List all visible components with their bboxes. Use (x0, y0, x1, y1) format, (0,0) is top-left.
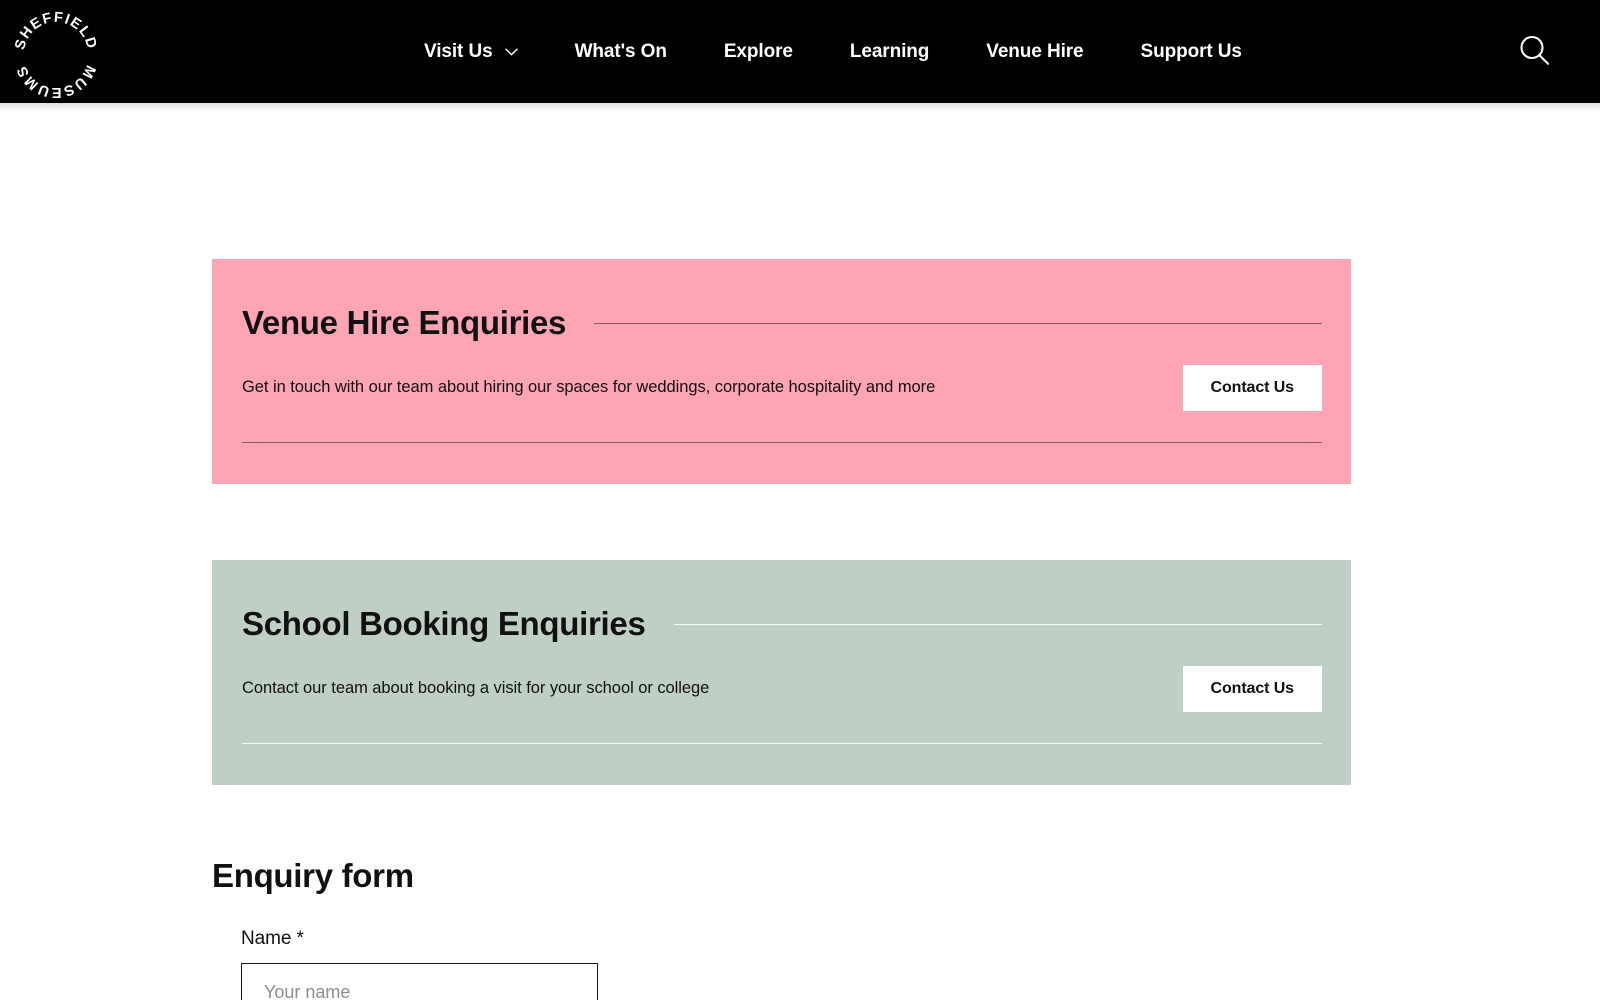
card-heading-row: School Booking Enquiries (212, 560, 1351, 642)
card-heading: School Booking Enquiries (242, 605, 646, 642)
contact-us-button-venue-hire[interactable]: Contact Us (1182, 365, 1322, 412)
name-input[interactable] (241, 963, 598, 1000)
nav-label: Venue Hire (986, 40, 1084, 62)
field-label-text: Name (241, 928, 292, 950)
nav-item-visit-us[interactable]: Visit Us (424, 35, 518, 69)
nav-item-whats-on[interactable]: What's On (575, 35, 667, 69)
card-bottom-divider (242, 442, 1322, 444)
nav-item-venue-hire[interactable]: Venue Hire (986, 35, 1083, 69)
card-body-row: Get in touch with our team about hiring … (212, 365, 1351, 412)
site-logo[interactable]: SHEFFIELD MUSEUMS (10, 6, 102, 98)
enquiry-form-section: Enquiry form Name * Email Address * (212, 857, 1112, 1000)
field-name: Name * (241, 928, 1112, 1000)
heading-divider (673, 623, 1322, 625)
card-school-booking-enquiries: School Booking Enquiries Contact our tea… (212, 560, 1351, 785)
card-bottom-divider (242, 743, 1322, 745)
nav-item-support-us[interactable]: Support Us (1141, 35, 1242, 69)
nav-label: Learning (849, 40, 930, 62)
nav-item-explore[interactable]: Explore (724, 35, 793, 69)
required-asterisk: * (296, 928, 304, 950)
search-glyph-icon (1520, 35, 1550, 65)
svg-text:MUSEUMS: MUSEUMS (14, 63, 99, 98)
main-navigation: Visit Us What's On Explore Learning Venu… (424, 0, 1242, 103)
heading-divider (594, 322, 1322, 324)
enquiry-form-title: Enquiry form (212, 857, 414, 894)
card-body-row: Contact our team about booking a visit f… (212, 666, 1351, 713)
nav-label: What's On (574, 40, 667, 62)
nav-item-learning[interactable]: Learning (849, 35, 930, 69)
search-icon[interactable] (1514, 30, 1556, 72)
card-description: Contact our team about booking a visit f… (242, 679, 710, 698)
site-header: SHEFFIELD MUSEUMS Visit Us What's On Exp… (0, 0, 1600, 103)
card-description: Get in touch with our team about hiring … (242, 378, 936, 397)
logo-circular-wordmark-icon: SHEFFIELD MUSEUMS (12, 10, 100, 98)
nav-label: Support Us (1140, 40, 1242, 62)
card-heading: Venue Hire Enquiries (242, 304, 567, 341)
field-label-name: Name * (241, 928, 1112, 951)
nav-label: Explore (723, 40, 793, 62)
header-drop-shadow (0, 103, 1600, 112)
svg-text:SHEFFIELD: SHEFFIELD (12, 10, 100, 52)
contact-us-button-school-booking[interactable]: Contact Us (1182, 666, 1322, 713)
card-venue-hire-enquiries: Venue Hire Enquiries Get in touch with o… (212, 259, 1351, 484)
nav-label: Visit Us (424, 40, 493, 62)
card-heading-row: Venue Hire Enquiries (212, 259, 1351, 341)
chevron-down-icon (504, 48, 518, 56)
